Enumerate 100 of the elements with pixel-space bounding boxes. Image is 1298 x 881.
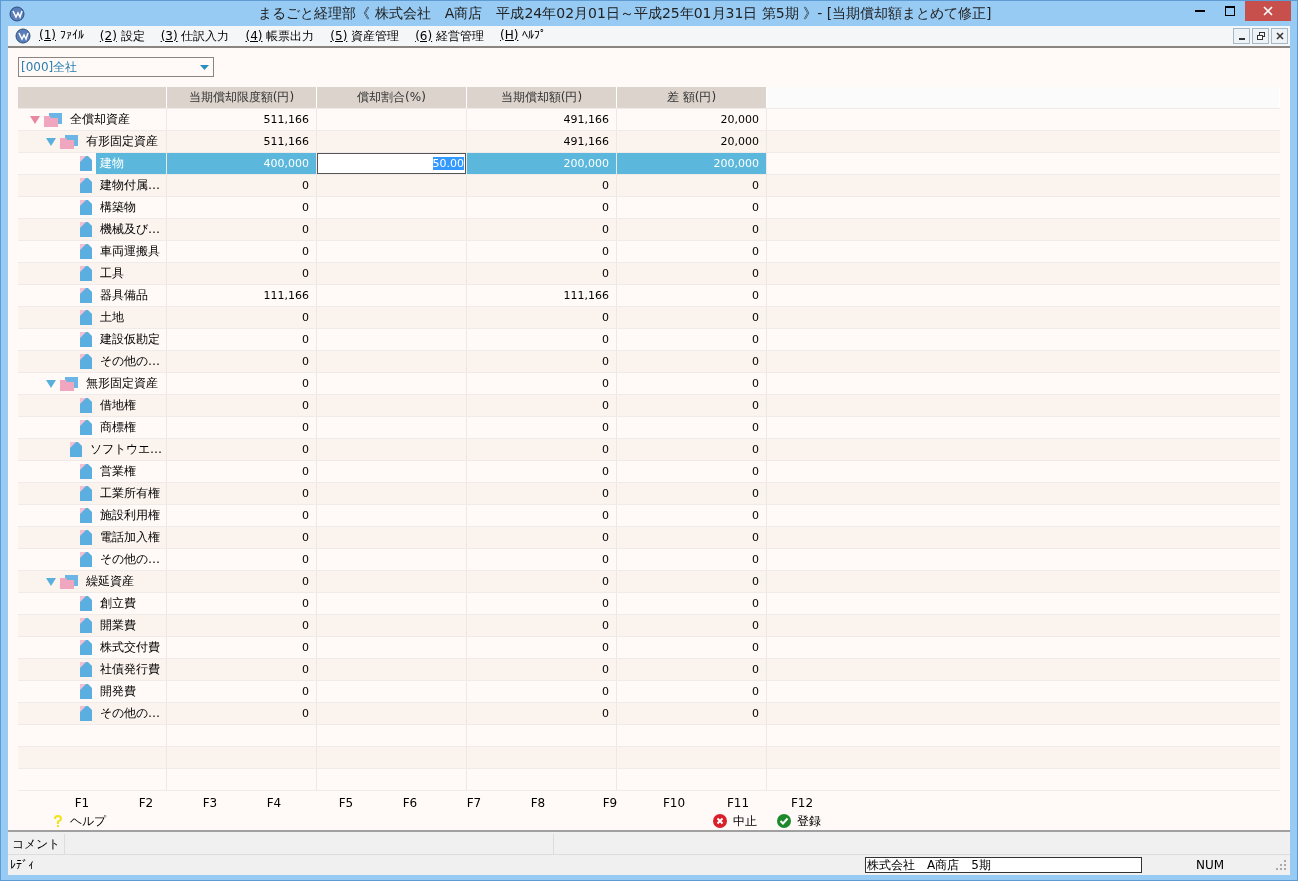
table-cell: 0	[617, 527, 767, 548]
tree-item[interactable]: 有形固定資産	[82, 131, 162, 152]
tree-item[interactable]: その他の…	[96, 549, 164, 570]
menu-item[interactable]: (5) 資産管理	[330, 27, 400, 45]
tree-item[interactable]: 器具備品	[96, 285, 152, 306]
tree-item[interactable]: 借地権	[96, 395, 140, 416]
table-cell: 0	[467, 175, 617, 196]
table-cell: 0	[167, 439, 317, 460]
tree-item[interactable]: 商標権	[96, 417, 140, 438]
menu-item[interactable]: (4) 帳票出力	[245, 27, 315, 45]
function-key-button[interactable]: F9	[578, 794, 642, 830]
table-cell: 0	[467, 549, 617, 570]
menu-item[interactable]: (6) 経営管理	[415, 27, 484, 45]
tree-item[interactable]: 株式交付費	[96, 637, 164, 658]
table-cell: 20,000	[617, 109, 767, 130]
folder-icon	[60, 376, 78, 391]
menu-item[interactable]: (3) 仕訳入力	[160, 27, 230, 45]
maximize-icon	[1225, 6, 1235, 16]
menu-item[interactable]: (H) ﾍﾙﾌﾟ	[499, 27, 547, 45]
table-cell: 0	[617, 197, 767, 218]
table-cell: 0	[617, 549, 767, 570]
tree-item[interactable]: 工業所有権	[96, 483, 164, 504]
table-cell: 0	[167, 329, 317, 350]
tree-item[interactable]: 機械及び…	[96, 219, 164, 240]
tree-item[interactable]: 土地	[96, 307, 128, 328]
tree-item[interactable]: その他の…	[96, 351, 164, 372]
document-icon	[80, 178, 92, 193]
column-header[interactable]: 当期償却限度額(円)	[167, 87, 317, 108]
table-cell: 0	[617, 351, 767, 372]
tree-item[interactable]: 創立費	[96, 593, 140, 614]
function-key-button[interactable]: F10	[642, 794, 706, 830]
table-cell: 0	[617, 461, 767, 482]
function-key-button[interactable]: F6	[378, 794, 442, 830]
function-key-button[interactable]: F5	[314, 794, 378, 830]
table-cell: 0	[617, 175, 767, 196]
function-key-button[interactable]: F4	[242, 794, 306, 830]
tree-item[interactable]: 無形固定資産	[82, 373, 162, 394]
menu-item[interactable]: (1) ﾌｧｲﾙ	[39, 27, 84, 45]
table-cell: 400,000	[167, 153, 317, 174]
document-icon	[80, 508, 92, 523]
tree-item[interactable]: 施設利用権	[96, 505, 164, 526]
table-cell: 0	[167, 637, 317, 658]
table-cell: 0	[617, 571, 767, 592]
tree-item[interactable]: 車両運搬具	[96, 241, 164, 262]
tree-item[interactable]: 建設仮勘定	[96, 329, 164, 350]
department-dropdown[interactable]: [000]全社	[18, 57, 214, 77]
column-header[interactable]: 差 額(円)	[617, 87, 767, 108]
table-cell: 0	[617, 373, 767, 394]
document-icon	[80, 684, 92, 699]
document-icon	[80, 244, 92, 259]
tree-item[interactable]: 繰延資産	[82, 571, 138, 592]
document-icon	[80, 266, 92, 281]
tree-item[interactable]: 開業費	[96, 615, 140, 636]
tree-item[interactable]: 全償却資産	[66, 109, 134, 130]
column-header[interactable]: 当期償却額(円)	[467, 87, 617, 108]
table-cell: 0	[167, 703, 317, 724]
tree-item[interactable]: 開発費	[96, 681, 140, 702]
tree-item[interactable]: 工具	[96, 263, 128, 284]
tree-item[interactable]: 電話加入権	[96, 527, 164, 548]
function-key-button[interactable]: F2	[114, 794, 178, 830]
table-cell: 0	[617, 439, 767, 460]
table-cell: 0	[467, 373, 617, 394]
column-header[interactable]: 償却割合(%)	[317, 87, 467, 108]
table-cell: 0	[467, 681, 617, 702]
table-cell: 0	[617, 659, 767, 680]
check-icon	[777, 814, 791, 828]
status-text: ﾚﾃﾞｨ	[9, 858, 35, 872]
table-cell: 0	[617, 241, 767, 262]
table-cell: 0	[167, 681, 317, 702]
resize-grip-icon[interactable]	[1276, 860, 1286, 870]
table-cell: 0	[617, 593, 767, 614]
close-button[interactable]	[1271, 28, 1288, 44]
document-icon	[70, 442, 82, 457]
document-icon	[80, 200, 92, 215]
table-cell: 0	[617, 307, 767, 328]
tree-item[interactable]: 社債発行費	[96, 659, 164, 680]
function-key-button[interactable]: F12 登録	[770, 794, 834, 830]
minimize-button[interactable]	[1233, 28, 1250, 44]
function-key-button[interactable]: F8	[506, 794, 570, 830]
tree-item[interactable]: ソフトウエ…	[86, 439, 166, 460]
function-key-button[interactable]: F11 中止	[706, 794, 770, 830]
tree-item[interactable]: その他の…	[96, 703, 164, 724]
menu-item[interactable]: (2) 設定	[99, 27, 145, 45]
comment-label: コメント	[8, 834, 65, 854]
table-cell: 0	[167, 373, 317, 394]
tree-item[interactable]: 構築物	[96, 197, 140, 218]
table-cell: 0	[467, 703, 617, 724]
table-cell: 0	[167, 241, 317, 262]
table-cell: 0	[467, 307, 617, 328]
table-cell: 0	[467, 263, 617, 284]
document-icon	[80, 310, 92, 325]
function-key-button[interactable]: F7	[442, 794, 506, 830]
tree-item[interactable]: 建物付属…	[96, 175, 164, 196]
table-cell: 0	[617, 615, 767, 636]
table-cell: 0	[167, 307, 317, 328]
function-key-button[interactable]: F1 ヘルプ	[50, 794, 114, 830]
restore-button[interactable]	[1252, 28, 1269, 44]
app-logo-icon[interactable]	[15, 28, 31, 44]
tree-item[interactable]: 営業権	[96, 461, 140, 482]
function-key-button[interactable]: F3	[178, 794, 242, 830]
